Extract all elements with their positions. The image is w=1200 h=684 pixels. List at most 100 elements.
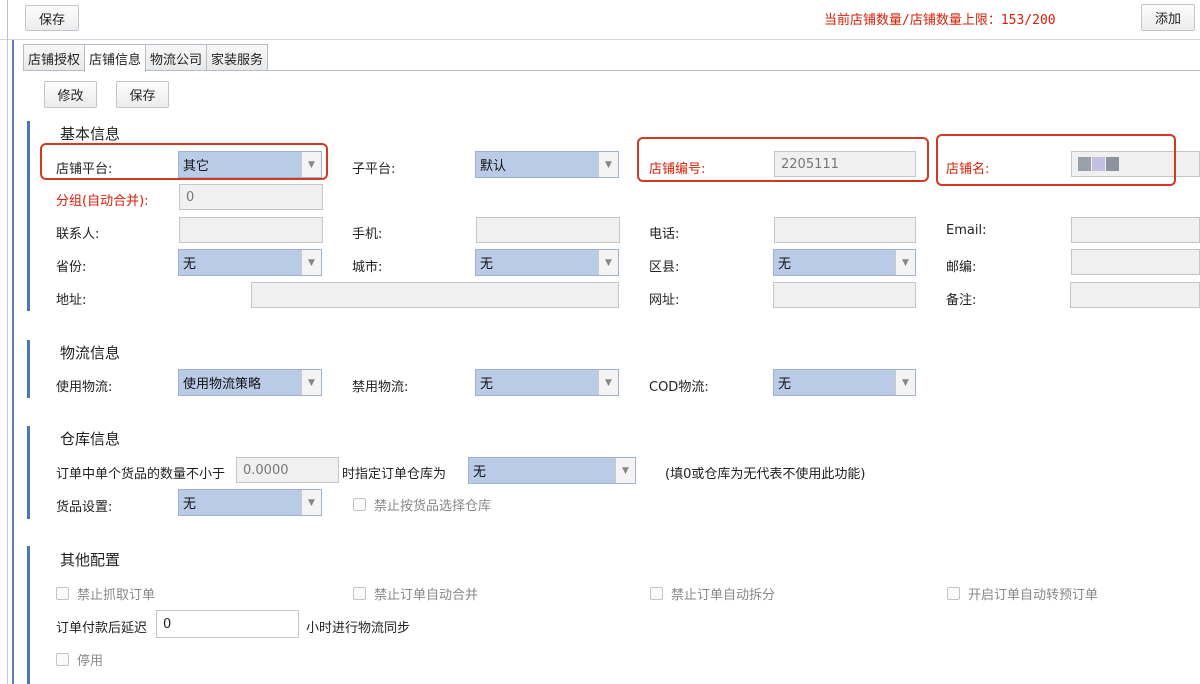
mobile-field[interactable] xyxy=(476,217,620,243)
province-label: 省份: xyxy=(56,260,87,275)
ban-fetch-label: 禁止抓取订单 xyxy=(77,588,156,603)
left-border xyxy=(7,40,8,684)
subplatform-value: 默认 xyxy=(480,159,507,174)
auto-preorder-checkbox[interactable]: 开启订单自动转预订单 xyxy=(947,584,1098,603)
district-value: 无 xyxy=(778,257,792,272)
address-label: 地址: xyxy=(56,293,87,308)
disable-checkbox[interactable]: 停用 xyxy=(56,650,103,669)
auto-preorder-label: 开启订单自动转预订单 xyxy=(968,588,1099,603)
city-value: 无 xyxy=(480,257,494,272)
checkbox-box xyxy=(353,498,366,511)
redacted-block xyxy=(1078,157,1091,171)
cod-logistics-label: COD物流: xyxy=(649,380,709,395)
disable-label: 停用 xyxy=(77,654,104,669)
toolbar-save-button[interactable]: 保存 xyxy=(25,5,79,31)
shop-name-field[interactable] xyxy=(1071,151,1200,177)
subplatform-label: 子平台: xyxy=(352,162,396,177)
redacted-block xyxy=(1106,157,1119,171)
section-title-basic: 基本信息 xyxy=(60,125,121,143)
cod-logistics-value: 无 xyxy=(778,377,792,392)
left-accent-border xyxy=(12,40,14,684)
email-field[interactable] xyxy=(1071,217,1200,243)
group-label: 分组(自动合并): xyxy=(56,194,149,209)
tab-home-install[interactable]: 家装服务 xyxy=(206,44,269,71)
chevron-down-icon: ▼ xyxy=(301,152,321,177)
section-title-warehouse: 仓库信息 xyxy=(60,430,121,448)
phone-field[interactable] xyxy=(774,217,916,243)
ban-logistics-select[interactable]: 无 ▼ xyxy=(475,369,619,396)
delay-hours-input[interactable]: 0 xyxy=(156,610,299,638)
platform-select[interactable]: 其它 ▼ xyxy=(178,151,322,178)
mobile-label: 手机: xyxy=(352,227,383,242)
ban-logistics-value: 无 xyxy=(480,377,494,392)
ban-fetch-checkbox[interactable]: 禁止抓取订单 xyxy=(56,584,155,603)
chevron-down-icon: ▼ xyxy=(301,370,321,395)
tab-logistics-company[interactable]: 物流公司 xyxy=(145,44,208,71)
section-bar-other xyxy=(27,546,30,684)
province-select[interactable]: 无 ▼ xyxy=(178,249,322,276)
phone-label: 电话: xyxy=(649,227,680,242)
warehouse-value: 无 xyxy=(473,465,487,480)
zip-field[interactable] xyxy=(1071,249,1200,275)
section-bar-logistics xyxy=(27,340,30,398)
email-label: Email: xyxy=(946,223,987,238)
section-bar-basic xyxy=(27,121,30,311)
section-title-logistics: 物流信息 xyxy=(60,344,121,362)
website-field[interactable] xyxy=(773,282,916,308)
contact-field[interactable] xyxy=(179,217,323,243)
qty-prefix-label: 订单中单个货品的数量不小于 xyxy=(56,467,226,482)
shop-no-field[interactable]: 2205111 xyxy=(774,151,916,177)
group-field[interactable]: 0 xyxy=(179,184,323,210)
tab-shop-auth[interactable]: 店铺授权 xyxy=(23,44,86,71)
district-label: 区县: xyxy=(649,260,680,275)
chevron-down-icon: ▼ xyxy=(301,490,321,515)
qty-suffix-label: 时指定订单仓库为 xyxy=(342,467,447,482)
subplatform-select[interactable]: 默认 ▼ xyxy=(475,151,619,178)
chevron-down-icon: ▼ xyxy=(301,250,321,275)
ban-goods-warehouse-checkbox[interactable]: 禁止按货品选择仓库 xyxy=(353,495,491,514)
chevron-down-icon: ▼ xyxy=(598,250,618,275)
ban-split-checkbox[interactable]: 禁止订单自动拆分 xyxy=(650,584,775,603)
section-title-other: 其他配置 xyxy=(60,551,121,569)
warehouse-select[interactable]: 无 ▼ xyxy=(468,457,636,484)
remark-label: 备注: xyxy=(946,293,977,308)
warehouse-hint: (填0或仓库为无代表不使用此功能) xyxy=(665,467,866,482)
tab-strip: 店铺授权 店铺信息 物流公司 家装服务 xyxy=(23,44,269,72)
checkbox-box xyxy=(947,587,960,600)
address-field[interactable] xyxy=(251,282,619,308)
qty-threshold-field[interactable]: 0.0000 xyxy=(236,457,339,483)
chevron-down-icon: ▼ xyxy=(615,458,635,483)
shop-name-label: 店铺名: xyxy=(946,162,990,177)
city-select[interactable]: 无 ▼ xyxy=(475,249,619,276)
website-label: 网址: xyxy=(649,293,680,308)
section-bar-warehouse xyxy=(27,426,30,519)
ban-merge-checkbox[interactable]: 禁止订单自动合并 xyxy=(353,584,478,603)
platform-label: 店铺平台: xyxy=(56,162,113,177)
shop-no-label: 店铺编号: xyxy=(649,162,706,177)
delay-suffix-label: 小时进行物流同步 xyxy=(306,621,411,636)
add-button[interactable]: 添加 xyxy=(1141,4,1195,31)
use-logistics-select[interactable]: 使用物流策略 ▼ xyxy=(178,369,322,396)
use-logistics-label: 使用物流: xyxy=(56,380,113,395)
tab-shop-info[interactable]: 店铺信息 xyxy=(84,44,147,72)
city-label: 城市: xyxy=(352,260,383,275)
chevron-down-icon: ▼ xyxy=(598,152,618,177)
ban-goods-warehouse-label: 禁止按货品选择仓库 xyxy=(374,499,492,514)
zip-label: 邮编: xyxy=(946,260,977,275)
form-save-button[interactable]: 保存 xyxy=(116,81,169,108)
delay-prefix-label: 订单付款后延迟 xyxy=(56,621,148,636)
cod-logistics-select[interactable]: 无 ▼ xyxy=(773,369,916,396)
remark-field[interactable] xyxy=(1070,282,1200,308)
ban-split-label: 禁止订单自动拆分 xyxy=(671,588,776,603)
ban-logistics-label: 禁用物流: xyxy=(352,380,409,395)
checkbox-box xyxy=(56,587,69,600)
contact-label: 联系人: xyxy=(56,227,100,242)
district-select[interactable]: 无 ▼ xyxy=(773,249,916,276)
goods-setting-select[interactable]: 无 ▼ xyxy=(178,489,322,516)
edit-button[interactable]: 修改 xyxy=(44,81,97,108)
chevron-down-icon: ▼ xyxy=(895,250,915,275)
ban-merge-label: 禁止订单自动合并 xyxy=(374,588,479,603)
province-value: 无 xyxy=(183,257,197,272)
tab-underline xyxy=(23,70,1200,71)
checkbox-box xyxy=(353,587,366,600)
